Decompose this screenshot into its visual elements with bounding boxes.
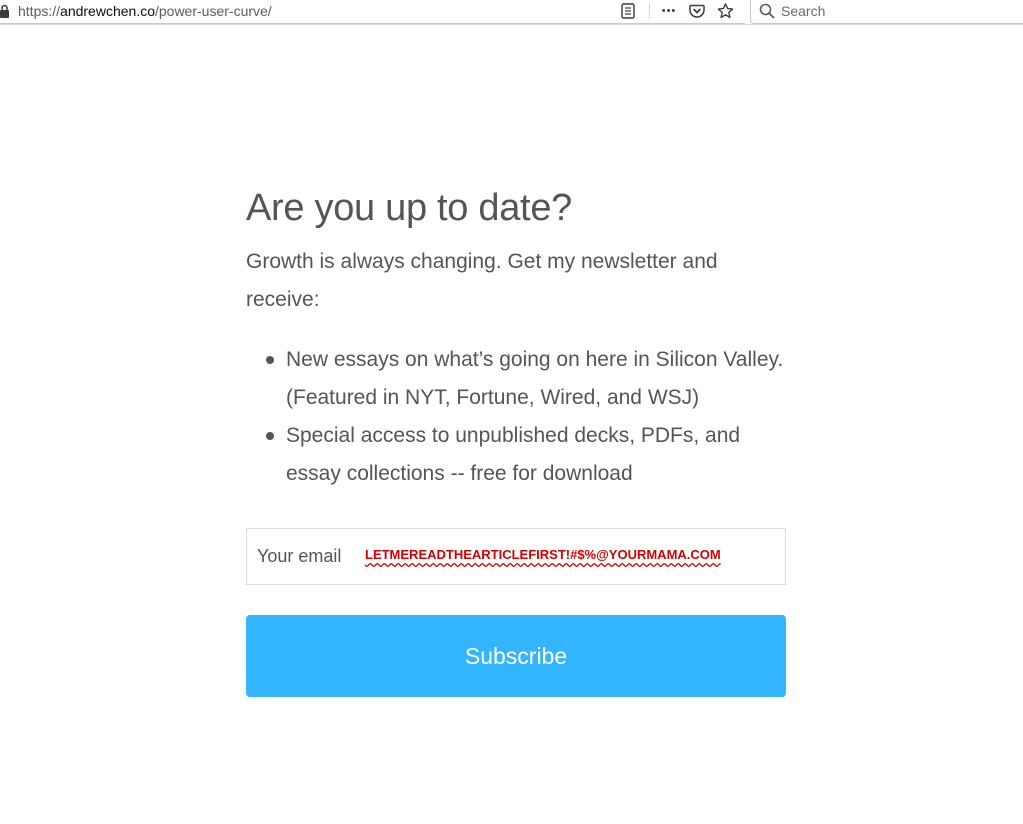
search-input[interactable]: Search: [750, 0, 1023, 24]
newsletter-signup: Are you up to date? Growth is always cha…: [246, 185, 786, 493]
search-placeholder: Search: [781, 3, 826, 19]
url-prefix: https://: [18, 3, 61, 19]
url-path: /power-user-curve/: [154, 3, 272, 19]
url-text[interactable]: https://andrewchen.co/power-user-curve/: [18, 3, 272, 19]
lock-icon[interactable]: [0, 4, 10, 18]
bullet-icon: [266, 432, 274, 440]
url-domain: andrewchen.co: [60, 3, 155, 19]
browser-toolbar: https://andrewchen.co/power-user-curve/ …: [0, 0, 1023, 25]
benefit-text: New essays on what’s going on here in Si…: [286, 348, 784, 409]
more-actions-icon[interactable]: •••: [660, 2, 678, 20]
benefits-list: New essays on what’s going on here in Si…: [246, 341, 786, 493]
address-bar[interactable]: https://andrewchen.co/power-user-curve/ …: [0, 0, 745, 24]
benefit-text: Special access to unpublished decks, PDF…: [286, 424, 741, 485]
subscribe-button[interactable]: Subscribe: [246, 615, 786, 697]
toolbar-separator: [649, 3, 650, 19]
bookmark-star-icon[interactable]: [716, 2, 734, 20]
search-icon: [759, 3, 775, 19]
bullet-icon: [266, 356, 274, 364]
reader-view-icon[interactable]: [619, 2, 637, 20]
pocket-icon[interactable]: [688, 2, 706, 20]
list-item: New essays on what’s going on here in Si…: [266, 341, 786, 417]
signup-heading: Are you up to date?: [246, 187, 572, 229]
email-label: Your email: [257, 546, 342, 566]
email-value[interactable]: LETMEREADTHEARTICLEFIRST!#$%@YOURMAMA.CO…: [365, 547, 721, 562]
email-field[interactable]: Your email LETMEREADTHEARTICLEFIRST!#$%@…: [246, 528, 786, 585]
list-item: Special access to unpublished decks, PDF…: [266, 417, 786, 493]
signup-intro: Growth is always changing. Get my newsle…: [246, 250, 718, 311]
